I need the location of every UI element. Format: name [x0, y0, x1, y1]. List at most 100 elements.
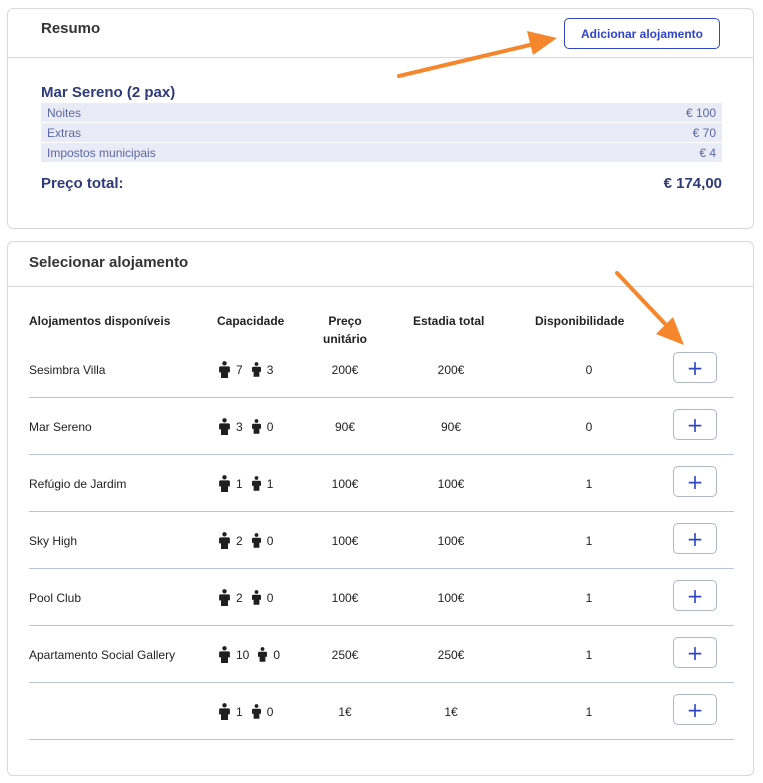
plus-icon: +	[686, 640, 704, 665]
total-price-amount: € 174,00	[663, 175, 722, 192]
selected-room-name: Mar Sereno (2 pax)	[41, 84, 176, 101]
adult-count: 7	[236, 362, 243, 377]
plus-icon: +	[686, 583, 704, 608]
plus-icon: +	[686, 412, 704, 437]
summary-line-amount: € 100	[685, 105, 716, 120]
accommodation-name: Apartamento Social Gallery	[29, 647, 176, 662]
header-total-stay: Estadia total	[413, 314, 485, 328]
header-capacity: Capacidade	[217, 314, 285, 328]
select-header: Selecionar alojamento	[8, 242, 753, 287]
adult-count: 2	[236, 590, 243, 605]
capacity-cell: 2 0	[219, 569, 309, 626]
plus-icon: +	[686, 355, 704, 380]
summary-line-label: Extras	[47, 125, 82, 140]
add-room-button[interactable]: +	[673, 694, 717, 725]
add-accommodation-button[interactable]: Adicionar alojamento	[564, 18, 720, 49]
summary-line-amount: € 70	[692, 125, 716, 140]
select-title: Selecionar alojamento	[29, 254, 189, 271]
header-availability: Disponibilidade	[535, 314, 625, 328]
capacity-cell: 3 0	[219, 398, 309, 455]
unit-price: 250€	[331, 647, 359, 662]
child-person-icon	[251, 704, 261, 719]
capacity-cell: 2 0	[219, 512, 309, 569]
summary-line-extras: Extras € 70	[41, 123, 722, 143]
add-room-button[interactable]: +	[673, 637, 717, 668]
accommodation-row: Sky High 2 0 100€ 100€ 1 +	[29, 512, 734, 569]
header-unit-price-line1: Preço	[328, 314, 362, 328]
accommodation-row: Pool Club 2 0 100€ 100€ 1 +	[29, 569, 734, 626]
summary-lines: Noites € 100 Extras € 70 Impostos munici…	[41, 103, 722, 163]
total-stay: 200€	[437, 362, 465, 377]
child-count: 0	[273, 647, 281, 662]
unit-price: 1€	[338, 704, 352, 719]
adult-count: 1	[236, 704, 243, 719]
adult-person-icon	[219, 589, 230, 606]
accommodation-name	[29, 683, 214, 740]
unit-price: 100€	[331, 476, 359, 491]
availability: 1	[585, 476, 593, 491]
unit-price: 200€	[331, 362, 359, 377]
add-room-button[interactable]: +	[673, 580, 717, 611]
summary-line-nights: Noites € 100	[41, 103, 722, 123]
adult-person-icon	[219, 475, 230, 492]
child-person-icon	[258, 647, 268, 662]
plus-icon: +	[686, 469, 704, 494]
child-count: 1	[266, 476, 274, 491]
add-room-button[interactable]: +	[673, 352, 717, 383]
total-stay: 250€	[437, 647, 465, 662]
summary-line-label: Impostos municipais	[47, 145, 156, 160]
adult-count: 10	[236, 647, 250, 662]
availability: 0	[585, 362, 593, 377]
accommodation-name: Sky High	[29, 533, 78, 548]
child-person-icon	[251, 533, 261, 548]
total-stay: 90€	[440, 419, 462, 434]
total-price-row: Preço total: € 174,00	[41, 175, 722, 192]
total-stay: 100€	[437, 476, 465, 491]
add-room-button[interactable]: +	[673, 523, 717, 554]
total-stay: 100€	[437, 590, 465, 605]
plus-icon: +	[686, 697, 704, 722]
total-stay: 1€	[444, 704, 458, 719]
adult-person-icon	[219, 361, 230, 378]
availability: 1	[585, 533, 593, 548]
child-person-icon	[251, 590, 261, 605]
summary-card: Resumo Adicionar alojamento Mar Sereno (…	[7, 8, 754, 229]
summary-header: Resumo Adicionar alojamento	[8, 9, 753, 58]
accommodation-name: Sesimbra Villa	[29, 362, 106, 377]
accommodation-row: Apartamento Social Gallery 10 0 250€ 250…	[29, 626, 734, 683]
adult-count: 3	[236, 419, 243, 434]
header-available: Alojamentos disponíveis	[29, 314, 171, 328]
child-count: 0	[266, 590, 274, 605]
accommodation-name: Pool Club	[29, 590, 82, 605]
adult-person-icon	[219, 703, 230, 720]
adult-person-icon	[219, 532, 230, 549]
child-person-icon	[251, 476, 261, 491]
add-room-button[interactable]: +	[673, 466, 717, 497]
unit-price: 100€	[331, 533, 359, 548]
unit-price: 90€	[334, 419, 356, 434]
adult-person-icon	[219, 418, 230, 435]
availability: 0	[585, 419, 593, 434]
accommodation-name: Refúgio de Jardim	[29, 476, 127, 491]
availability: 1	[585, 647, 593, 662]
child-count: 0	[266, 704, 274, 719]
adult-person-icon	[219, 646, 230, 663]
add-room-button[interactable]: +	[673, 409, 717, 440]
adult-count: 2	[236, 533, 243, 548]
select-accommodation-card: Selecionar alojamento Alojamentos dispon…	[7, 241, 754, 776]
total-price-label: Preço total:	[41, 175, 124, 192]
accommodation-row: Mar Sereno 3 0 90€ 90€ 0 +	[29, 398, 734, 455]
total-stay: 100€	[437, 533, 465, 548]
accommodation-name: Mar Sereno	[29, 419, 92, 434]
capacity-cell: 10 0	[219, 626, 309, 683]
child-count: 0	[266, 419, 274, 434]
accommodation-row: Sesimbra Villa 7 3 200€ 200€ 0 +	[29, 341, 734, 398]
unit-price: 100€	[331, 590, 359, 605]
plus-icon: +	[686, 526, 704, 551]
availability: 1	[585, 590, 593, 605]
accommodation-row: Refúgio de Jardim 1 1 100€ 100€ 1 +	[29, 455, 734, 512]
child-count: 0	[266, 533, 274, 548]
summary-title: Resumo	[41, 20, 101, 37]
adult-count: 1	[236, 476, 243, 491]
accommodation-row: 1 0 1€ 1€ 1 +	[29, 683, 734, 740]
